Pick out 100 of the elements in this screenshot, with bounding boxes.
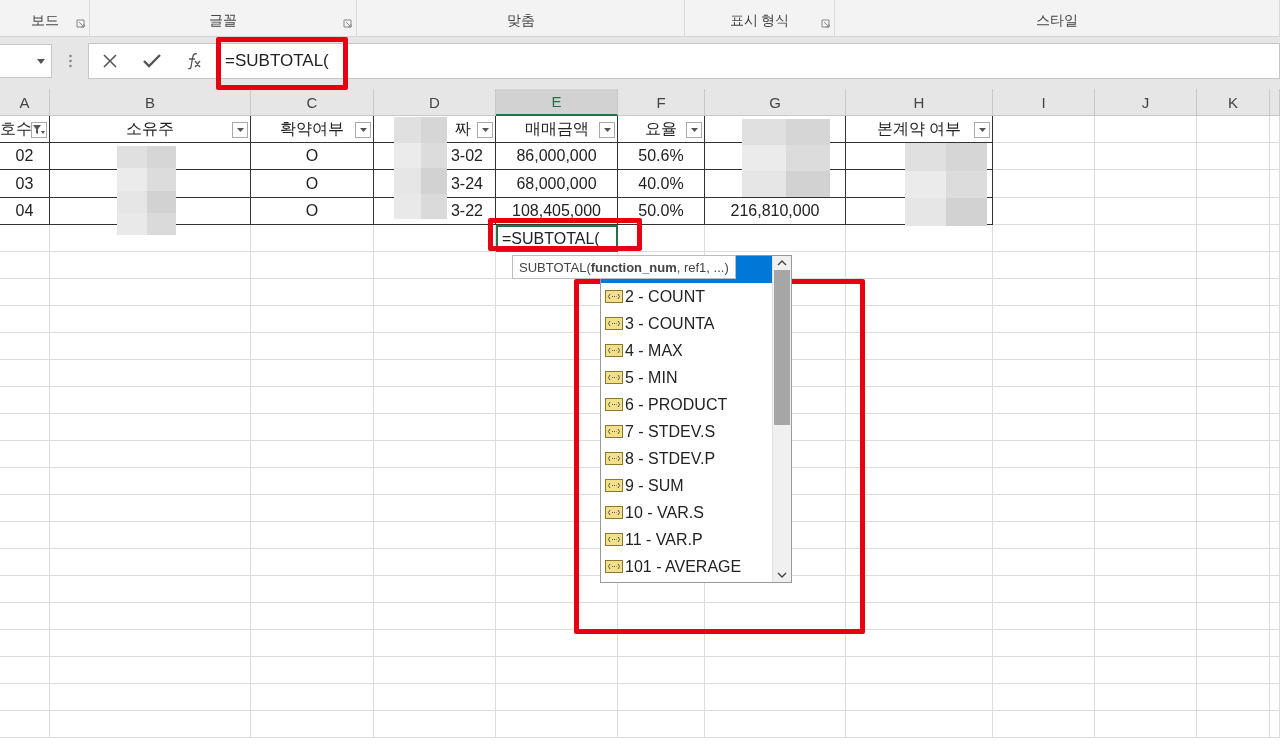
group-label: 맞춤 (506, 12, 535, 30)
header-text: 본계약 여부 (876, 118, 962, 139)
cell-text: 02 (15, 147, 34, 165)
column-header[interactable]: F (618, 89, 705, 116)
list-item[interactable]: 5 - MIN (601, 364, 772, 391)
column-header[interactable]: K (1197, 89, 1270, 116)
list-item[interactable]: 2 - COUNT (601, 283, 772, 310)
function-icon (605, 506, 623, 519)
empty-cell (1270, 441, 1280, 468)
empty-cell (1270, 306, 1280, 333)
empty-cell (1270, 143, 1280, 170)
active-cell[interactable]: =SUBTOTAL( (496, 225, 618, 252)
cell-text: 3-22 (450, 202, 483, 220)
list-item[interactable]: 101 - AVERAGE (601, 553, 772, 580)
function-icon (605, 479, 623, 492)
filter-button[interactable] (355, 122, 371, 138)
dialog-launcher-icon[interactable] (343, 19, 352, 28)
function-icon (605, 317, 623, 330)
empty-cell (0, 441, 50, 468)
list-item[interactable]: 11 - VAR.P (601, 526, 772, 553)
list-item[interactable]: 3 - COUNTA (601, 310, 772, 337)
cell-text: 50.6% (638, 147, 684, 165)
list-item[interactable]: 4 - MAX (601, 337, 772, 364)
cell-text: 108,405,000 (512, 202, 601, 220)
column-header[interactable]: E (496, 89, 618, 116)
caret-icon (690, 128, 698, 132)
cell-text: 216,810,000 (730, 202, 820, 220)
column-header[interactable]: A (0, 89, 50, 116)
list-item[interactable]: 10 - VAR.S (601, 499, 772, 526)
function-icon (605, 371, 623, 384)
empty-cell (1270, 414, 1280, 441)
dialog-launcher-icon[interactable] (821, 19, 830, 28)
filter-button[interactable] (31, 122, 47, 138)
column-header[interactable]: H (846, 89, 993, 116)
cell-text: 68,000,000 (516, 174, 597, 193)
empty-cell (0, 414, 50, 441)
filter-button[interactable] (232, 122, 248, 138)
group-label: 표시 형식 (729, 12, 790, 30)
function-icon (605, 398, 623, 411)
header-text: 소유주 (126, 118, 174, 139)
empty-cell (0, 225, 50, 252)
header-text: 호수 (0, 118, 32, 139)
function-tooltip: SUBTOTAL(function_num, ref1, ...) (512, 255, 736, 279)
function-icon (605, 452, 623, 465)
cell-text: O (305, 147, 319, 165)
empty-cell (1270, 630, 1280, 657)
column-header[interactable]: B (50, 89, 251, 116)
filter-button[interactable] (599, 122, 615, 138)
filter-button[interactable] (477, 122, 493, 138)
caret-icon (359, 128, 367, 132)
caret-icon (236, 128, 244, 132)
caret-icon (37, 58, 45, 64)
empty-cell (1270, 468, 1280, 495)
list-item[interactable]: 8 - STDEV.P (601, 445, 772, 472)
cell-text: 50.0% (638, 202, 684, 220)
empty-cell (1270, 252, 1280, 279)
empty-cell (1270, 603, 1280, 630)
caret-icon (481, 128, 489, 132)
function-icon[interactable] (185, 52, 203, 70)
filter-button[interactable] (686, 122, 702, 138)
grip-icon[interactable] (68, 54, 72, 68)
column-header[interactable]: G (705, 89, 846, 116)
formula-text: =SUBTOTAL( (225, 51, 329, 71)
empty-cell (0, 522, 50, 549)
list-item[interactable]: 9 - SUM (601, 472, 772, 499)
empty-cell (0, 360, 50, 387)
function-icon (605, 425, 623, 438)
scrollbar[interactable] (772, 256, 791, 582)
empty-cell (0, 657, 50, 684)
header-text: 확약여부 (280, 118, 344, 139)
empty-cell (1270, 657, 1280, 684)
cell-text: 3-24 (450, 174, 483, 193)
column-header[interactable]: D (374, 89, 496, 116)
empty-cell (0, 603, 50, 630)
column-header[interactable]: J (1095, 89, 1197, 116)
cancel-icon[interactable] (103, 54, 117, 68)
formula-bar[interactable]: =SUBTOTAL( (88, 43, 1280, 79)
empty-cell (0, 468, 50, 495)
empty-cell (1270, 576, 1280, 603)
list-item[interactable]: 6 - PRODUCT (601, 391, 772, 418)
filter-button[interactable] (974, 122, 990, 138)
function-icon (605, 560, 623, 573)
empty-cell (1270, 198, 1280, 225)
empty-cell (1270, 170, 1280, 198)
list-item[interactable]: 7 - STDEV.S (601, 418, 772, 445)
cell-text: 40.0% (638, 174, 684, 193)
cell-text: O (305, 174, 319, 193)
dialog-launcher-icon[interactable] (76, 19, 85, 28)
empty-cell (1270, 549, 1280, 576)
empty-cell (1270, 279, 1280, 306)
empty-cell (0, 387, 50, 414)
function-icon (605, 344, 623, 357)
group-label: 글꼴 (209, 12, 237, 30)
check-icon[interactable] (143, 54, 161, 68)
column-header[interactable]: I (993, 89, 1095, 116)
caret-icon (603, 128, 611, 132)
function-icon (605, 290, 623, 303)
empty-cell (1270, 387, 1280, 414)
filter-icon (33, 124, 45, 136)
column-header[interactable]: C (251, 89, 374, 116)
